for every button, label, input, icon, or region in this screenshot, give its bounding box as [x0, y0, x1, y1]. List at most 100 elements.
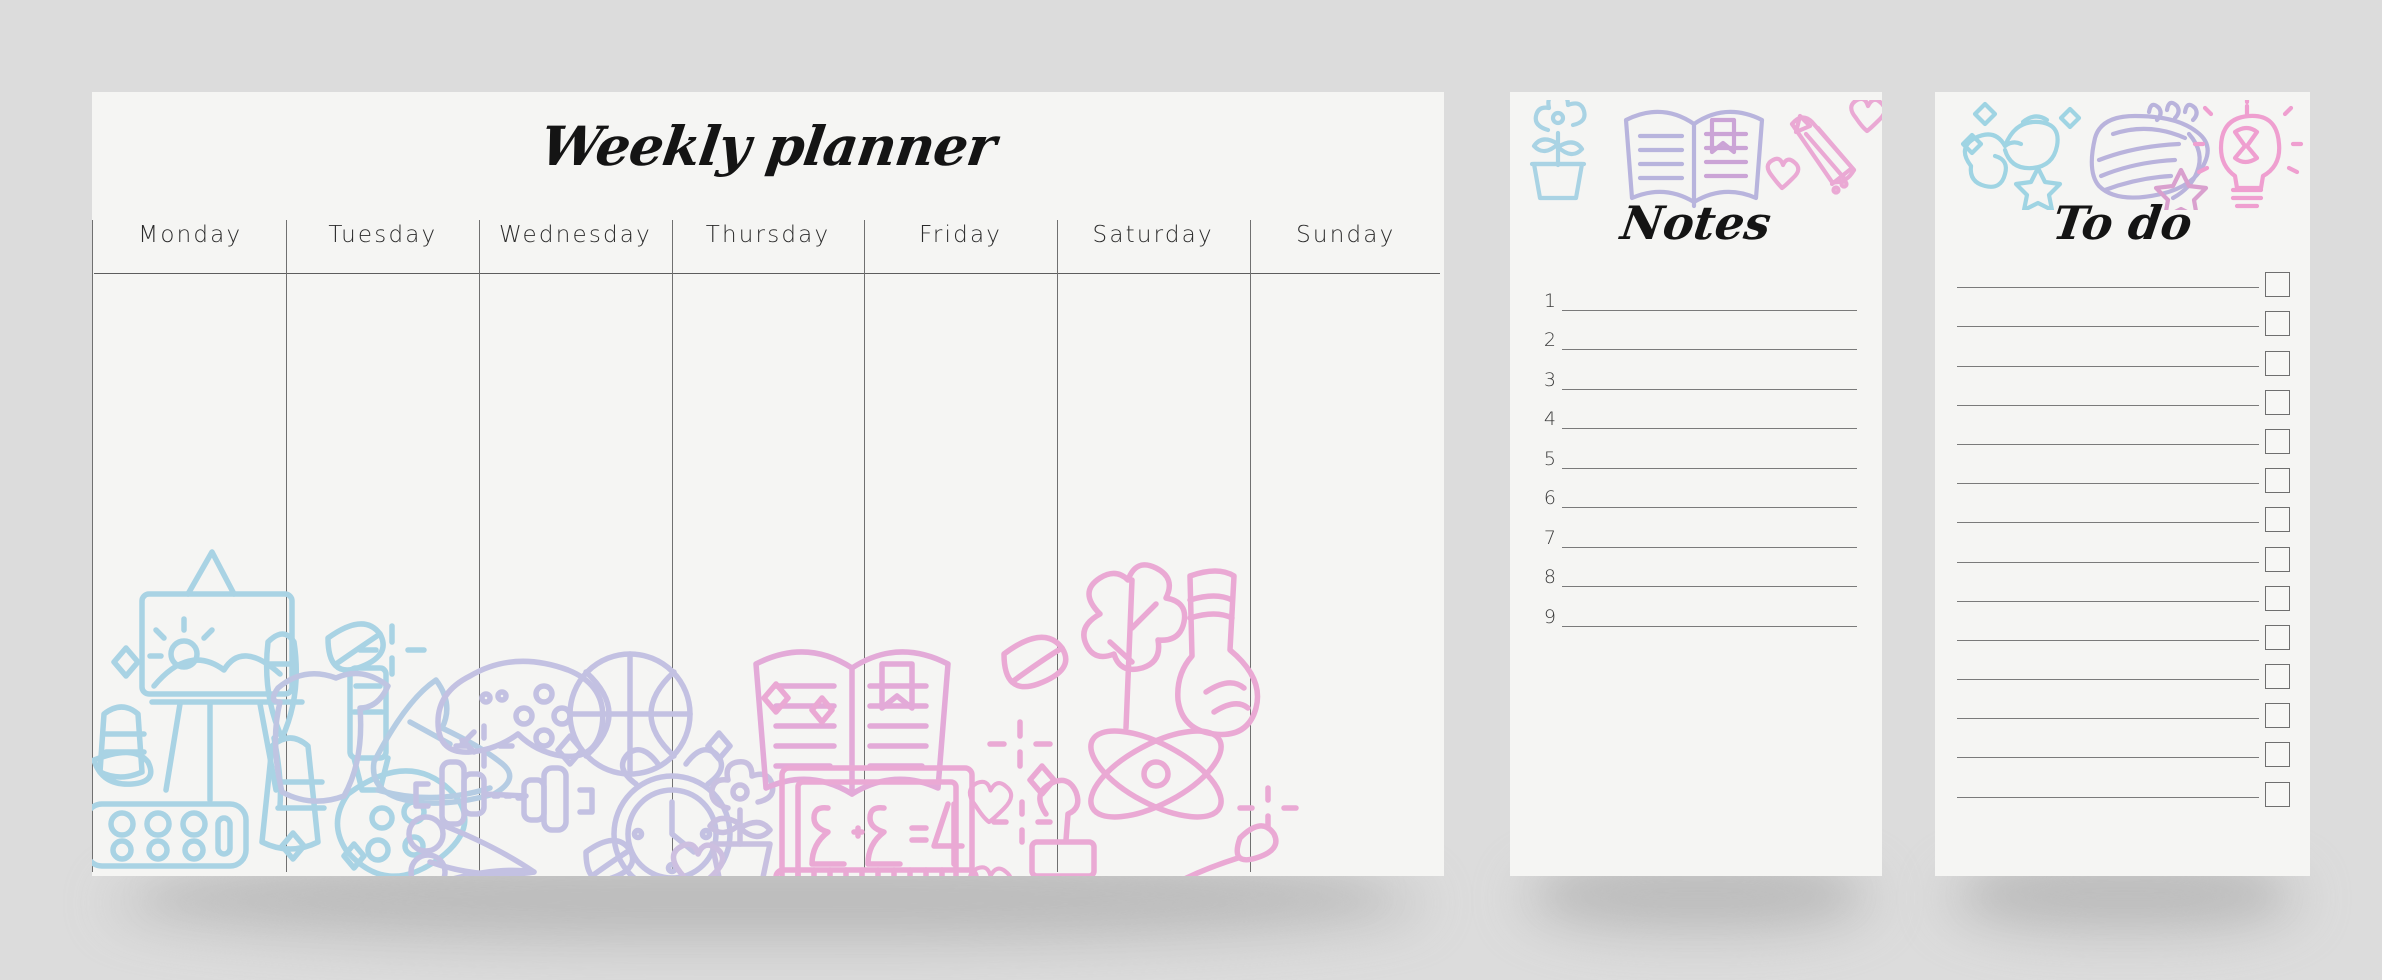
notes-row-number: 3: [1543, 368, 1556, 391]
diamond-icon: [111, 645, 367, 871]
todo-row[interactable]: [1935, 683, 2310, 729]
flower-pot-icon: [1529, 100, 1587, 201]
glue-tube-icon: [259, 735, 327, 852]
notes-row[interactable]: 7: [1510, 511, 1882, 551]
notes-row[interactable]: 2: [1510, 314, 1882, 354]
day-column-thursday[interactable]: Thursday: [672, 200, 865, 270]
game-controller-icon: [435, 658, 606, 760]
todo-row[interactable]: [1935, 330, 2310, 376]
todo-checkbox[interactable]: [2265, 781, 2290, 807]
notes-row-number: 5: [1543, 447, 1556, 470]
todo-write-line[interactable]: [1957, 326, 2259, 328]
todo-write-line[interactable]: [1957, 718, 2259, 720]
paintbrush-icon: [263, 631, 300, 809]
todo-row[interactable]: [1935, 409, 2310, 454]
notes-row-number: 9: [1543, 605, 1556, 628]
todo-row[interactable]: [1935, 487, 2310, 533]
todo-row[interactable]: [1935, 761, 2310, 807]
day-label: Thursday: [705, 222, 831, 248]
todo-write-line[interactable]: [1957, 522, 2259, 524]
todo-write-line[interactable]: [1957, 443, 2259, 445]
todo-write-line[interactable]: [1957, 483, 2259, 485]
day-label: Wednesday: [498, 222, 652, 248]
paintbrush-icon: [1184, 823, 1279, 876]
column-divider-1: [286, 220, 287, 872]
column-divider-2: [479, 220, 480, 872]
todo-write-line[interactable]: [1957, 404, 2259, 406]
day-column-tuesday[interactable]: Tuesday: [287, 200, 480, 270]
notes-row-number: 1: [1543, 289, 1556, 312]
notes-write-line[interactable]: [1562, 625, 1857, 627]
notes-write-line[interactable]: [1562, 586, 1857, 587]
notes-card: Notes 1 2 3 4 5 6 7 8 9: [1510, 92, 1882, 876]
todo-row[interactable]: [1935, 526, 2310, 572]
diamond-icon: [555, 730, 733, 767]
sparkle-icon: [453, 723, 515, 769]
notes-row-number: 6: [1543, 487, 1556, 509]
easel-icon: [139, 549, 305, 803]
todo-row[interactable]: [1935, 566, 2310, 611]
day-label: Tuesday: [328, 222, 438, 248]
open-book-icon-right: [1703, 117, 1749, 179]
notes-row[interactable]: 1: [1510, 274, 1882, 314]
todo-write-line[interactable]: [1957, 639, 2259, 641]
heart-icon: [967, 779, 1014, 876]
todo-row[interactable]: [1935, 448, 2310, 494]
day-label: Saturday: [1092, 222, 1214, 248]
todo-write-line[interactable]: [1957, 757, 2259, 759]
notes-write-line[interactable]: [1562, 507, 1857, 508]
day-label: Monday: [138, 222, 243, 248]
notes-header-illustration: [1529, 100, 1882, 209]
notes-row[interactable]: 8: [1510, 551, 1882, 591]
paint-tray-icon: [92, 801, 249, 869]
todo-row[interactable]: [1935, 644, 2310, 690]
notes-write-line[interactable]: [1562, 349, 1857, 350]
notes-row-number: 8: [1543, 566, 1556, 588]
notes-row[interactable]: 4: [1510, 393, 1882, 433]
day-column-sunday[interactable]: Sunday: [1249, 200, 1442, 270]
notes-write-line[interactable]: [1562, 428, 1857, 429]
todo-write-line[interactable]: [1957, 561, 2259, 563]
todo-row[interactable]: [1935, 722, 2310, 768]
column-divider-5: [1057, 220, 1058, 872]
todo-card: To do: [1935, 92, 2310, 876]
notes-row[interactable]: 3: [1510, 353, 1882, 393]
notes-row-number: 2: [1543, 329, 1556, 351]
todo-write-line[interactable]: [1957, 796, 2259, 798]
day-column-wednesday[interactable]: Wednesday: [479, 200, 672, 270]
todo-write-line[interactable]: [1957, 365, 2259, 367]
day-column-monday[interactable]: Monday: [94, 200, 287, 270]
glue-bottle-icon: [97, 704, 147, 780]
ruler-icon: [773, 867, 979, 876]
notes-row[interactable]: 6: [1510, 472, 1882, 512]
notes-row-number: 4: [1543, 408, 1556, 430]
notes-write-line[interactable]: [1562, 467, 1857, 469]
day-column-friday[interactable]: Friday: [864, 200, 1057, 270]
planner-stage: Weekly planner Monday Tuesday Wednesday …: [0, 0, 2382, 980]
todo-write-line[interactable]: [1957, 287, 2259, 289]
tree-icon: [1081, 562, 1188, 731]
sparkle-icon: [357, 623, 427, 677]
flower-pot-icon: [707, 759, 776, 876]
todo-write-line[interactable]: [1957, 679, 2259, 681]
notes-write-line[interactable]: [1562, 388, 1857, 390]
todo-write-line[interactable]: [1957, 600, 2259, 602]
sneaker-icon: [370, 677, 513, 806]
palette-icon: [334, 768, 468, 876]
todo-row[interactable]: [1935, 291, 2310, 337]
leaf-icon: [325, 621, 386, 673]
doodle-illustration-band: [92, 549, 1299, 876]
diamond-icon: [761, 681, 1057, 797]
notes-row[interactable]: 5: [1510, 432, 1882, 472]
notes-row[interactable]: 9: [1510, 590, 1882, 630]
notes-write-line[interactable]: [1562, 309, 1857, 311]
sock-icon: [1175, 568, 1261, 738]
todo-row[interactable]: [1935, 605, 2310, 650]
todo-row[interactable]: [1935, 252, 2310, 298]
todo-row[interactable]: [1935, 370, 2310, 415]
notes-write-line[interactable]: [1562, 546, 1857, 548]
dumbbell-icon: [413, 759, 595, 833]
day-column-saturday[interactable]: Saturday: [1057, 200, 1250, 270]
open-book-icon: [1623, 109, 1765, 209]
blackboard-icon: [779, 765, 975, 876]
